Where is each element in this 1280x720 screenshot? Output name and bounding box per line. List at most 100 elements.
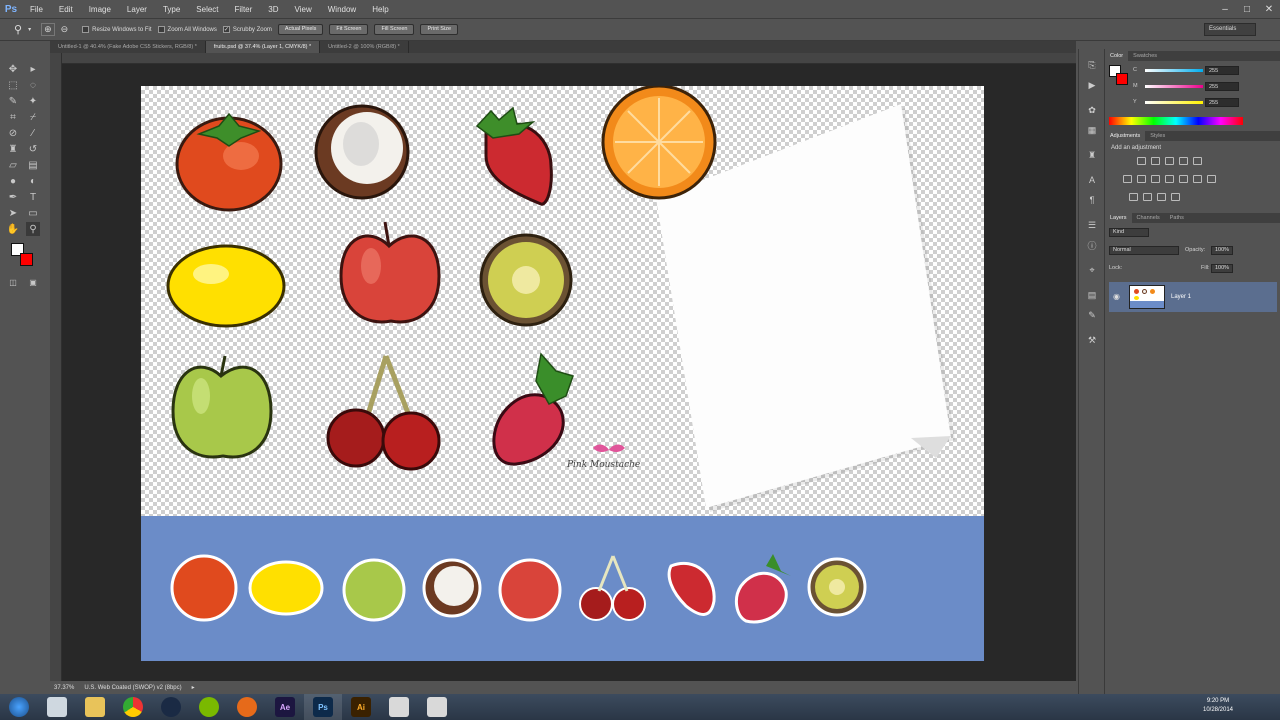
- channel-y-slider[interactable]: [1145, 101, 1203, 104]
- artboard-tool-icon[interactable]: ▸: [26, 62, 40, 76]
- print-size-button[interactable]: Print Size: [420, 24, 459, 35]
- menu-file[interactable]: File: [22, 0, 51, 19]
- invert-icon[interactable]: [1207, 175, 1216, 183]
- resize-windows-checkbox[interactable]: [82, 26, 90, 33]
- layer-comps-icon[interactable]: ▤: [1086, 289, 1098, 301]
- curves-icon[interactable]: [1165, 157, 1174, 165]
- maximize-icon[interactable]: □: [1236, 0, 1258, 19]
- fill-screen-button[interactable]: Fill Screen: [374, 24, 415, 35]
- document-tab[interactable]: Untitled-1 @ 40.4% (Fake Adobe CS5 Stick…: [50, 41, 206, 53]
- close-icon[interactable]: ✕: [1258, 0, 1280, 19]
- quick-mask-icon[interactable]: ◫: [6, 275, 20, 289]
- zoom-out-icon[interactable]: ⊖: [61, 24, 69, 35]
- tab-color[interactable]: Color: [1105, 51, 1129, 61]
- zoom-tool-active-icon[interactable]: ⚲: [26, 222, 40, 236]
- brightness-contrast-icon[interactable]: [1137, 157, 1146, 165]
- taskbar-app[interactable]: Ae: [266, 694, 304, 720]
- layer-filter-kind[interactable]: Kind: [1109, 228, 1149, 237]
- zoom-all-option[interactable]: Zoom All Windows: [157, 26, 217, 33]
- info-panel-icon[interactable]: ⓘ: [1086, 239, 1098, 251]
- resize-windows-option[interactable]: Resize Windows to Fit: [82, 26, 152, 33]
- notes-panel-icon[interactable]: ✎: [1086, 309, 1098, 321]
- opacity-field[interactable]: 100%: [1211, 246, 1233, 255]
- brush-panel-icon[interactable]: ✿: [1086, 104, 1098, 116]
- clone-source-icon[interactable]: ♜: [1086, 149, 1098, 161]
- document-canvas[interactable]: Pink Moustache: [141, 86, 984, 661]
- properties-panel-icon[interactable]: ☰: [1086, 219, 1098, 231]
- menu-help[interactable]: Help: [364, 0, 396, 19]
- menu-3d[interactable]: 3D: [260, 0, 286, 19]
- channel-mixer-icon[interactable]: [1179, 175, 1188, 183]
- menu-window[interactable]: Window: [320, 0, 364, 19]
- fill-field[interactable]: 100%: [1211, 264, 1233, 273]
- levels-icon[interactable]: [1151, 157, 1160, 165]
- zoom-in-icon[interactable]: ⊕: [41, 23, 55, 36]
- channel-c-value[interactable]: 255: [1205, 66, 1239, 75]
- channel-m-value[interactable]: 255: [1205, 82, 1239, 91]
- type-tool-icon[interactable]: T: [26, 190, 40, 204]
- menu-image[interactable]: Image: [81, 0, 119, 19]
- start-button[interactable]: [0, 694, 38, 720]
- document-tab-active[interactable]: fruits.psd @ 37.4% (Layer 1, CMYK/8) *: [205, 41, 321, 53]
- scrubby-zoom-checkbox[interactable]: ✓: [222, 26, 230, 33]
- document-tab[interactable]: Untitled-2 @ 100% (RGB/8) *: [320, 41, 409, 53]
- channel-c-slider[interactable]: [1145, 69, 1203, 72]
- actual-pixels-button[interactable]: Actual Pixels: [277, 24, 324, 35]
- taskbar-app[interactable]: [152, 694, 190, 720]
- taskbar-app[interactable]: [38, 694, 76, 720]
- hand-tool-icon[interactable]: ✋: [6, 222, 20, 236]
- crop-tool-icon[interactable]: ⌗: [6, 110, 20, 124]
- menu-layer[interactable]: Layer: [119, 0, 155, 19]
- actions-panel-icon[interactable]: ▶: [1086, 79, 1098, 91]
- taskbar-app[interactable]: [380, 694, 418, 720]
- menu-edit[interactable]: Edit: [51, 0, 81, 19]
- vibrance-icon[interactable]: [1193, 157, 1202, 165]
- exposure-icon[interactable]: [1179, 157, 1188, 165]
- tab-paths[interactable]: Paths: [1165, 213, 1189, 223]
- taskbar-app[interactable]: [418, 694, 456, 720]
- layer-visibility-eye-icon[interactable]: ◉: [1113, 292, 1120, 301]
- brush-presets-icon[interactable]: ▦: [1086, 124, 1098, 136]
- menu-view[interactable]: View: [287, 0, 320, 19]
- status-menu-arrow-icon[interactable]: ▸: [192, 684, 195, 691]
- history-brush-tool-icon[interactable]: ↺: [26, 142, 40, 156]
- move-tool-icon[interactable]: ✥: [6, 62, 20, 76]
- taskbar-app[interactable]: [190, 694, 228, 720]
- fit-screen-button[interactable]: Fit Screen: [329, 24, 369, 35]
- zoom-tool-icon[interactable]: ⚲: [14, 23, 22, 36]
- blur-tool-icon[interactable]: ●: [6, 174, 20, 188]
- tool-presets-icon[interactable]: ⚒: [1086, 334, 1098, 346]
- menu-filter[interactable]: Filter: [227, 0, 261, 19]
- channel-m-slider[interactable]: [1145, 85, 1203, 88]
- taskbar-app[interactable]: [228, 694, 266, 720]
- tab-adjustments[interactable]: Adjustments: [1105, 131, 1146, 141]
- taskbar-app[interactable]: [76, 694, 114, 720]
- shape-tool-icon[interactable]: ▭: [26, 206, 40, 220]
- stamp-tool-icon[interactable]: ♜: [6, 142, 20, 156]
- minimize-icon[interactable]: –: [1214, 0, 1236, 19]
- healing-tool-icon[interactable]: ⊘: [6, 126, 20, 140]
- taskbar-app[interactable]: Ai: [342, 694, 380, 720]
- color-panel-background[interactable]: [1116, 73, 1128, 85]
- channel-y-value[interactable]: 255: [1205, 98, 1239, 107]
- magic-wand-tool-icon[interactable]: ✦: [26, 94, 40, 108]
- color-balance-icon[interactable]: [1137, 175, 1146, 183]
- zoom-level[interactable]: 37.37%: [54, 685, 74, 691]
- menu-type[interactable]: Type: [155, 0, 188, 19]
- tab-channels[interactable]: Channels: [1132, 213, 1165, 223]
- taskbar-clock[interactable]: 9:20 PM 10/28/2014: [1198, 697, 1238, 715]
- color-spectrum-ramp[interactable]: [1109, 117, 1243, 125]
- selective-color-icon[interactable]: [1171, 193, 1180, 201]
- layer-row[interactable]: ◉ Layer 1: [1109, 282, 1277, 312]
- history-panel-icon[interactable]: ⎘: [1086, 59, 1098, 71]
- tab-layers[interactable]: Layers: [1105, 213, 1132, 223]
- tab-styles[interactable]: Styles: [1145, 131, 1170, 141]
- layer-name[interactable]: Layer 1: [1171, 294, 1191, 300]
- background-color-swatch[interactable]: [20, 253, 33, 266]
- posterize-icon[interactable]: [1129, 193, 1138, 201]
- hue-saturation-icon[interactable]: [1123, 175, 1132, 183]
- threshold-icon[interactable]: [1143, 193, 1152, 201]
- character-panel-icon[interactable]: A: [1086, 174, 1098, 186]
- black-white-icon[interactable]: [1151, 175, 1160, 183]
- gradient-map-icon[interactable]: [1157, 193, 1166, 201]
